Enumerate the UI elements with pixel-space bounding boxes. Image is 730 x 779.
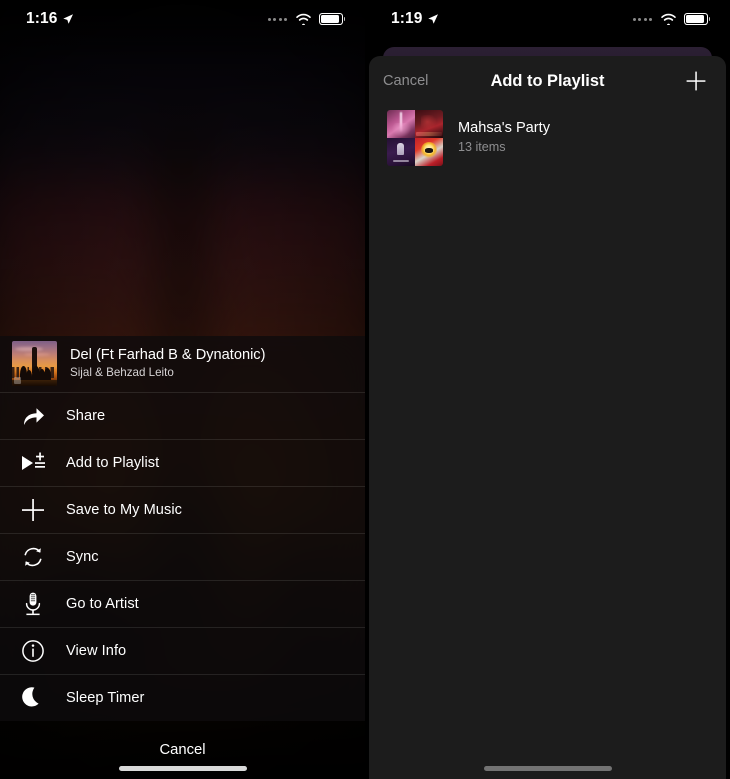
- right-phone-screen: 1:19 Cancel Add to Playlist Mahsa's Part…: [365, 0, 730, 779]
- now-playing-header: Del (Ft Farhad B & Dynatonic) Sijal & Be…: [0, 336, 365, 392]
- playlist-row[interactable]: Mahsa's Party 13 items: [369, 106, 726, 170]
- action-label: Share: [66, 407, 106, 424]
- plus-icon: [686, 71, 706, 91]
- home-indicator-right[interactable]: [483, 766, 612, 771]
- action-row-sync[interactable]: Sync: [0, 534, 365, 580]
- share-icon: [0, 404, 66, 428]
- action-label: Save to My Music: [66, 501, 182, 518]
- mosaic-tile: [387, 110, 415, 138]
- mosaic-tile: [387, 138, 415, 166]
- action-row-save-to-my-music[interactable]: Save to My Music: [0, 487, 365, 533]
- action-row-view-info[interactable]: View Info: [0, 628, 365, 674]
- cancel-button-right[interactable]: Cancel: [383, 74, 428, 89]
- cancel-label: Cancel: [159, 742, 206, 758]
- sync-icon: [0, 545, 66, 569]
- action-label: View Info: [66, 642, 127, 659]
- album-artwork: [12, 341, 57, 386]
- playlist-name: Mahsa's Party: [458, 119, 551, 136]
- info-circle-icon: [0, 639, 66, 663]
- action-sheet: Del (Ft Farhad B & Dynatonic) Sijal & Be…: [0, 336, 365, 779]
- add-to-playlist-icon: [0, 451, 66, 475]
- action-label: Sync: [66, 548, 99, 565]
- action-row-go-to-artist[interactable]: Go to Artist: [0, 581, 365, 627]
- plus-icon: [0, 497, 66, 523]
- action-row-share[interactable]: Share: [0, 393, 365, 439]
- playlist-item-count: 13 items: [458, 140, 506, 155]
- left-phone-screen: 1:16 Del (Ft Farhad B & Dynatonic) Sijal…: [0, 0, 365, 779]
- artwork-badge: [14, 377, 21, 384]
- sheet-navbar: Cancel Add to Playlist: [369, 56, 726, 106]
- home-indicator-left[interactable]: [118, 766, 247, 771]
- action-label: Sleep Timer: [66, 689, 145, 706]
- playlist-artwork-mosaic: [387, 110, 443, 166]
- dual-phone-screenshot: 1:16 Del (Ft Farhad B & Dynatonic) Sijal…: [0, 0, 730, 779]
- mosaic-tile: [415, 138, 443, 166]
- new-playlist-button[interactable]: [684, 69, 708, 93]
- track-artist: Sijal & Behzad Leito: [70, 366, 174, 380]
- action-row-sleep-timer[interactable]: Sleep Timer: [0, 675, 365, 721]
- add-to-playlist-sheet: Cancel Add to Playlist Mahsa's Party 13 …: [369, 56, 726, 779]
- microphone-icon: [0, 591, 66, 617]
- action-label: Add to Playlist: [66, 454, 160, 471]
- moon-icon: [0, 686, 66, 710]
- action-sheet-panel: Del (Ft Farhad B & Dynatonic) Sijal & Be…: [0, 336, 365, 721]
- mosaic-tile: [415, 110, 443, 138]
- action-row-add-to-playlist[interactable]: Add to Playlist: [0, 440, 365, 486]
- track-title: Del (Ft Farhad B & Dynatonic): [70, 346, 266, 363]
- track-meta: Del (Ft Farhad B & Dynatonic) Sijal & Be…: [70, 347, 265, 381]
- playlist-meta: Mahsa's Party 13 items: [458, 120, 550, 156]
- action-label: Go to Artist: [66, 595, 139, 612]
